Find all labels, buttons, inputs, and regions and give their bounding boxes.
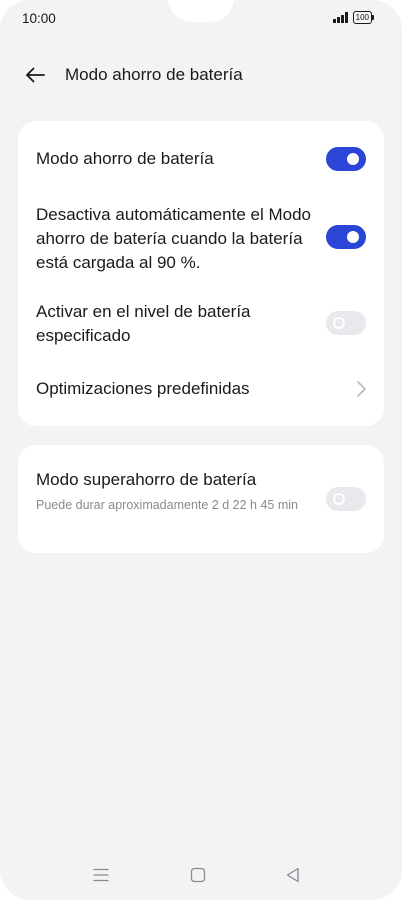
- chevron-right-icon: [357, 381, 366, 397]
- back-button[interactable]: [20, 62, 50, 88]
- status-bar: 10:00 100: [0, 0, 402, 36]
- nav-home-button[interactable]: [189, 866, 207, 884]
- system-nav-bar: [0, 850, 402, 900]
- phone-screen: 10:00 100 Modo ahorro de batería Modo ah…: [0, 0, 402, 900]
- super-saver-toggle[interactable]: [326, 487, 366, 511]
- battery-saver-label: Modo ahorro de batería: [36, 149, 214, 168]
- row-super-saver[interactable]: Modo superahorro de batería Puede durar …: [18, 445, 384, 553]
- toggle-knob: [333, 493, 345, 505]
- toggle-knob: [333, 317, 345, 329]
- battery-icon: 100: [352, 11, 375, 24]
- super-saver-subtitle: Puede durar aproximadamente 2 d 22 h 45 …: [36, 498, 298, 512]
- nav-back-button[interactable]: [284, 866, 302, 884]
- row-battery-saver[interactable]: Modo ahorro de batería: [18, 121, 384, 197]
- row-optimizations[interactable]: Optimizaciones predefinidas: [18, 367, 384, 423]
- auto-disable-label: Desactiva automáticamente el Modo ahorro…: [36, 205, 311, 272]
- battery-saver-toggle[interactable]: [326, 147, 366, 171]
- toggle-knob: [347, 231, 359, 243]
- activate-at-level-label: Activar en el nivel de batería especific…: [36, 302, 251, 345]
- auto-disable-toggle[interactable]: [326, 225, 366, 249]
- battery-saver-card: Modo ahorro de batería Desactiva automát…: [18, 121, 384, 426]
- row-auto-disable[interactable]: Desactiva automáticamente el Modo ahorro…: [18, 197, 384, 301]
- super-saver-label: Modo superahorro de batería: [36, 470, 257, 489]
- page-title: Modo ahorro de batería: [65, 65, 243, 84]
- status-icons: 100: [333, 11, 375, 24]
- status-time: 10:00: [22, 11, 56, 26]
- menu-icon: [93, 868, 109, 882]
- page-header: Modo ahorro de batería: [0, 58, 402, 92]
- home-square-icon: [190, 867, 206, 883]
- row-activate-at-level[interactable]: Activar en el nivel de batería especific…: [18, 297, 384, 367]
- arrow-left-icon: [26, 67, 45, 83]
- toggle-knob: [347, 153, 359, 165]
- super-saver-card: Modo superahorro de batería Puede durar …: [18, 445, 384, 553]
- activate-at-level-toggle[interactable]: [326, 311, 366, 335]
- nav-menu-button[interactable]: [92, 866, 110, 884]
- signal-icon: [333, 12, 348, 23]
- optimizations-label: Optimizaciones predefinidas: [36, 379, 250, 398]
- back-triangle-icon: [286, 867, 299, 883]
